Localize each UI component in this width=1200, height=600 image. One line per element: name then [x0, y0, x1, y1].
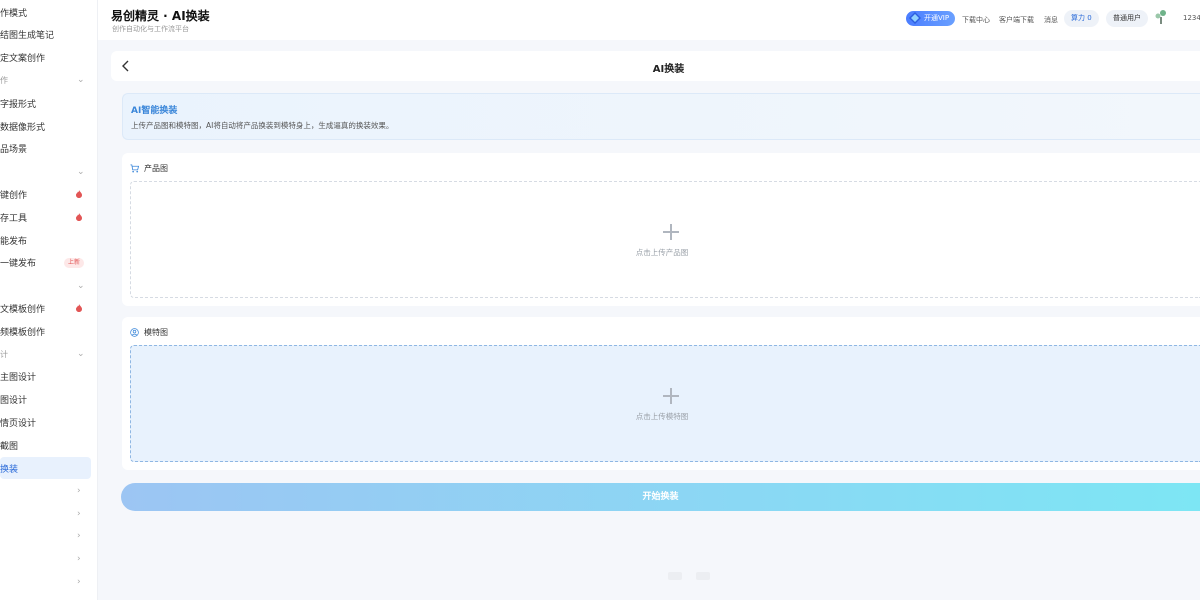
sidebar-item-label: 数据像形式 — [0, 122, 46, 133]
faint-decoration — [668, 572, 682, 580]
sidebar-item-label: 截图 — [0, 441, 19, 452]
chevron-right-icon: › — [77, 485, 81, 496]
chevron-down-icon: ⌄ — [77, 349, 85, 359]
sidebar-item-label: 计 — [0, 349, 8, 359]
sidebar-group[interactable]: 作 ⌄ — [0, 69, 97, 91]
chevron-right-icon: › — [77, 554, 81, 565]
download-center-link[interactable]: 下载中心 — [962, 15, 990, 25]
faint-decoration — [696, 572, 710, 580]
model-label: 模特图 — [144, 328, 168, 337]
sidebar-group[interactable]: › — [0, 503, 97, 525]
app-header: 易创精灵 · AI换装 创作自动化与工作流平台 开通VIP 下载中心 客户端下载… — [98, 0, 1200, 40]
sidebar-group[interactable]: › — [0, 571, 97, 593]
page-title: AI换装 — [652, 64, 685, 75]
sidebar-group[interactable]: 计 ⌄ — [0, 343, 97, 365]
sidebar-item-label: 图设计 — [0, 396, 28, 407]
sidebar-group[interactable]: ⌄ — [0, 275, 97, 297]
cart-icon — [130, 164, 139, 173]
sidebar-item[interactable]: 主图设计 — [0, 366, 97, 388]
plus-icon — [663, 224, 679, 240]
page-topbar: AI换装 — [111, 51, 1200, 81]
client-download-link[interactable]: 客户端下载 — [999, 15, 1034, 25]
fire-icon — [76, 304, 82, 313]
fire-icon — [76, 190, 82, 199]
sidebar-item[interactable]: 存工具 — [0, 206, 97, 228]
sidebar-item-label: 主图设计 — [0, 373, 37, 384]
user-type-badge[interactable]: 普通用户 — [1106, 10, 1148, 27]
sidebar-item-label: 文模板创作 — [0, 304, 46, 315]
sidebar-item-label: 作模式 — [0, 8, 28, 19]
avatar[interactable] — [1154, 9, 1168, 25]
start-dressing-button[interactable]: 开始换装 — [121, 483, 1200, 511]
sidebar-item-label: 换装 — [0, 464, 19, 475]
sidebar-item[interactable]: 频模板创作 — [0, 320, 97, 342]
user-id: 1234 — [1183, 14, 1200, 22]
sidebar-item-label: 一键发布 — [0, 259, 37, 270]
info-card: AI智能换装 上传产品图和模特图，AI将自动将产品换装到模特身上，生成逼真的换装… — [122, 93, 1200, 140]
sidebar-item-label: 结图生成笔记 — [0, 31, 55, 42]
sidebar-item[interactable]: 文模板创作 — [0, 297, 97, 319]
sidebar-item[interactable]: 数据像形式 — [0, 115, 97, 137]
sidebar-item-label: 能发布 — [0, 236, 28, 247]
sidebar-item[interactable]: 结图生成笔记 — [0, 24, 97, 46]
user-icon — [130, 328, 139, 337]
sidebar-item[interactable]: 截图 — [0, 434, 97, 456]
sidebar-item-label: 品场景 — [0, 145, 28, 156]
sidebar-item[interactable]: 品场景 — [0, 138, 97, 160]
sidebar-item-label: 键创作 — [0, 190, 28, 201]
sidebar-item-label: 定文案创作 — [0, 54, 46, 65]
sidebar-group[interactable]: › — [0, 525, 97, 547]
sidebar-item[interactable]: 一键发布 上新 — [0, 252, 97, 274]
sidebar-item-label: 字报形式 — [0, 99, 37, 110]
chevron-right-icon: › — [77, 577, 81, 587]
model-upload-dropzone[interactable]: 点击上传模特图 — [130, 345, 1200, 462]
model-section: 模特图 点击上传模特图 — [122, 317, 1200, 470]
sidebar-item[interactable]: 图设计 — [0, 389, 97, 411]
product-label: 产品图 — [144, 164, 168, 173]
info-title: AI智能换装 — [131, 106, 178, 116]
model-upload-hint: 点击上传模特图 — [635, 412, 689, 421]
vip-label: 开通VIP — [924, 14, 950, 22]
product-upload-dropzone[interactable]: 点击上传产品图 — [130, 181, 1200, 298]
app-title: 易创精灵 · AI换装 — [111, 9, 210, 23]
app-subtitle: 创作自动化与工作流平台 — [112, 25, 189, 33]
open-vip-button[interactable]: 开通VIP — [906, 11, 956, 26]
product-section-header: 产品图 — [130, 163, 168, 174]
new-badge: 上新 — [64, 257, 85, 268]
sidebar-group[interactable]: ⌄ — [0, 161, 97, 183]
sidebar-group[interactable]: › — [0, 480, 97, 502]
plus-icon — [663, 388, 679, 404]
messages-link[interactable]: 消息 — [1044, 15, 1058, 25]
diamond-icon — [909, 12, 921, 24]
sidebar-item[interactable]: 换装 — [0, 457, 91, 479]
sidebar-item[interactable]: 键创作 — [0, 183, 97, 205]
sidebar-item[interactable]: 情页设计 — [0, 411, 97, 433]
sidebar-item-label: 频模板创作 — [0, 327, 46, 338]
chevron-right-icon: › — [77, 531, 81, 542]
fire-icon — [76, 213, 82, 222]
model-section-header: 模特图 — [130, 327, 168, 338]
power-balance[interactable]: 算力 0 — [1064, 10, 1099, 27]
chevron-down-icon: ⌄ — [77, 75, 85, 86]
info-description: 上传产品图和模特图，AI将自动将产品换装到模特身上，生成逼真的换装效果。 — [131, 121, 394, 130]
sidebar-item[interactable]: 定文案创作 — [0, 47, 97, 69]
chevron-down-icon: ⌄ — [77, 166, 85, 177]
sidebar-item-label: 存工具 — [0, 213, 28, 224]
sidebar-group[interactable]: › — [0, 548, 97, 570]
chevron-right-icon: › — [77, 508, 81, 519]
sidebar-item-label: 情页设计 — [0, 418, 37, 429]
sidebar-item[interactable]: 能发布 — [0, 229, 97, 251]
chevron-down-icon: ⌄ — [77, 280, 85, 291]
product-section: 产品图 点击上传产品图 — [122, 153, 1200, 306]
sidebar-item[interactable]: 作模式 — [0, 1, 97, 23]
sidebar-item-label: 作 — [0, 75, 8, 85]
sidebar: 作模式 结图生成笔记 定文案创作作 ⌄ 字报形式 数据像形式 品场景 ⌄ 键创作 存工具 能发布 一键… — [0, 0, 98, 600]
product-upload-hint: 点击上传产品图 — [635, 248, 689, 257]
sidebar-item[interactable]: 字报形式 — [0, 92, 97, 114]
